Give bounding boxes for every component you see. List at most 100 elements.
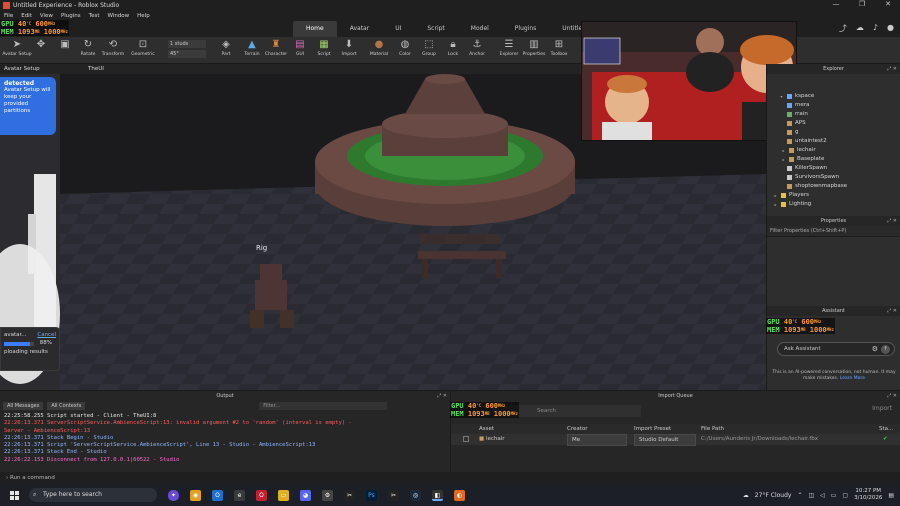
tree-item-lechair[interactable]: ▸ lechair [779,146,900,155]
expand-icon[interactable]: ▸ [781,155,786,164]
character-tool[interactable]: ♜ Character [263,39,289,57]
chevron-up-icon[interactable]: ⌃ [797,492,802,499]
menu-test[interactable]: Test [89,13,100,19]
toolbox-tool[interactable]: ⊞ Toolbox [546,39,572,57]
taskbar-search[interactable]: ⌕ Type here to search [29,488,157,502]
expand-icon[interactable]: ▸ [781,146,786,155]
avatar-setup-doc-tab[interactable]: Avatar Setup [0,64,60,74]
material-tool[interactable]: ● Material [366,39,392,57]
import-button[interactable]: Import [872,405,892,412]
weather-text[interactable]: 27°F Cloudy [755,492,792,499]
minimize-button[interactable]: — [828,0,844,8]
preset-select[interactable]: Studio Default [634,434,696,446]
learn-more-link[interactable]: Learn More [840,376,865,381]
cloud-icon[interactable]: ☁ [856,23,864,34]
maximize-button[interactable]: ❐ [854,0,870,8]
ask-assistant-input[interactable]: Ask Assistant ⚙ ↑ [777,342,895,356]
menu-window[interactable]: Window [107,13,129,19]
settings-sliders-icon[interactable]: ⚙ [872,343,878,355]
color-tool[interactable]: ◍ Color [392,39,418,57]
panel-controls-icon[interactable]: ⤢ ✕ [437,391,447,401]
properties-tool[interactable]: ▥ Properties [520,39,548,57]
panel-controls-icon[interactable]: ⤢ ✕ [887,391,897,401]
menu-help[interactable]: Help [137,13,150,19]
share-icon[interactable]: ⤴ [839,23,847,34]
table-row[interactable]: ■ lechair Me Studio Default C:/Users/Aun… [451,434,900,446]
menu-file[interactable]: File [4,13,13,19]
rotate-tool[interactable]: ↻ Rotate [75,39,101,57]
group-tool[interactable]: ⬚ Group [416,39,442,57]
col-path[interactable]: File Path [701,424,724,434]
rotate-increment-field[interactable]: 45° [168,50,206,58]
tree-item-baseplate[interactable]: ▸ Baseplate [779,155,900,164]
notifications-bell-icon[interactable]: ▤ [888,492,894,499]
chrome-icon[interactable]: ◉ [190,489,201,501]
battery-icon[interactable]: ▭ [831,492,837,499]
col-status[interactable]: Sta... [879,424,893,434]
col-asset[interactable]: Asset [479,424,494,434]
tree-item-maps[interactable]: APS [779,119,900,128]
messages-filter-dropdown[interactable]: All Messages [3,402,44,410]
tree-item-killerspawn[interactable]: KillerSpawn [779,164,900,173]
close-button[interactable]: ✕ [880,0,896,8]
creator-select[interactable]: Me [567,434,627,446]
expand-icon[interactable]: ▸ [773,191,778,200]
move-increment-field[interactable]: 1 studs [168,40,206,48]
tab-model[interactable]: Model [458,21,502,37]
tree-item-untaintest2[interactable]: untaintest2 [779,137,900,146]
taskbar-clock[interactable]: 10:27 PM 3/10/2026 [854,488,882,502]
menu-edit[interactable]: Edit [21,13,32,19]
capcut-alt-icon[interactable]: ✂ [388,489,399,501]
col-preset[interactable]: Import Preset [634,424,671,434]
outlook-icon[interactable]: O [212,489,223,501]
move-tool[interactable]: ✥ [28,39,54,52]
tree-item-workspace[interactable]: ▾ kspace [779,92,900,101]
tree-item-terrain[interactable]: rrain [779,110,900,119]
gui-tool[interactable]: ▤ GUI [287,39,313,57]
file-explorer-icon[interactable]: ▭ [278,489,289,501]
anchor-tool[interactable]: ⚓︎ Anchor [464,39,490,57]
tree-item-camera[interactable]: mera [779,101,900,110]
tree-item-survivorsspawn[interactable]: SurvivorsSpawn [779,173,900,182]
capcut-icon[interactable]: ✂ [344,489,355,501]
panel-controls-icon[interactable]: ⤢ ✕ [887,306,897,316]
notifications-icon[interactable]: ♪ [873,23,878,34]
blender-icon[interactable]: ◐ [454,489,465,501]
script-tool[interactable]: ▦ Script [311,39,337,57]
tree-item-lighting[interactable]: ▸ Lighting [773,200,900,209]
discord-icon[interactable]: ◕ [300,489,311,501]
menu-view[interactable]: View [40,13,53,19]
copilot-icon[interactable]: ✦ [168,489,179,501]
part-tool[interactable]: ◈ Part [213,39,239,57]
contexts-filter-dropdown[interactable]: All Contexts [47,402,86,410]
tab-script[interactable]: Script [414,21,457,37]
display-icon[interactable]: ▢ [842,492,848,499]
settings-gear-icon[interactable]: ⚙ [322,489,333,501]
tree-item-shoptownmapbase[interactable]: shoptownmapbase [779,182,900,191]
col-creator[interactable]: Creator [567,424,588,434]
expand-icon[interactable]: ▾ [779,92,784,101]
weather-icon[interactable]: ☁ [743,492,749,499]
windows-start-icon[interactable] [10,490,19,500]
tab-ui[interactable]: UI [382,21,414,37]
transform-tool[interactable]: ⟲ Transform [100,39,126,57]
send-arrow-icon[interactable]: ↑ [881,345,890,354]
tab-home[interactable]: Home [293,21,337,37]
command-bar[interactable]: › Run a command [0,472,450,484]
output-filter-input[interactable]: Filter... [259,402,388,410]
lock-tool[interactable]: 🔒︎ Lock [440,39,466,57]
tree-item-players[interactable]: ▸ Players [773,191,900,200]
tab-plugins[interactable]: Plugins [502,21,550,37]
tab-avatar[interactable]: Avatar [337,21,382,37]
menu-plugins[interactable]: Plugins [61,13,81,19]
terrain-tool[interactable]: ▲ Terrain [239,39,265,57]
roblox-studio-taskbar-icon[interactable]: ◧ [432,489,443,501]
opera-icon[interactable]: O [256,489,267,501]
photoshop-icon[interactable]: Ps [366,489,377,501]
filter-properties-input[interactable]: Filter Properties (Ctrl+Shift+P) [767,226,900,237]
panel-controls-icon[interactable]: ⤢ ✕ [887,216,897,226]
expand-icon[interactable]: ▸ [773,200,778,209]
explorer-tool[interactable]: ☰ Explorer [496,39,522,57]
network-icon[interactable]: ◫ [808,492,814,499]
avatar-icon[interactable]: ● [887,23,894,34]
